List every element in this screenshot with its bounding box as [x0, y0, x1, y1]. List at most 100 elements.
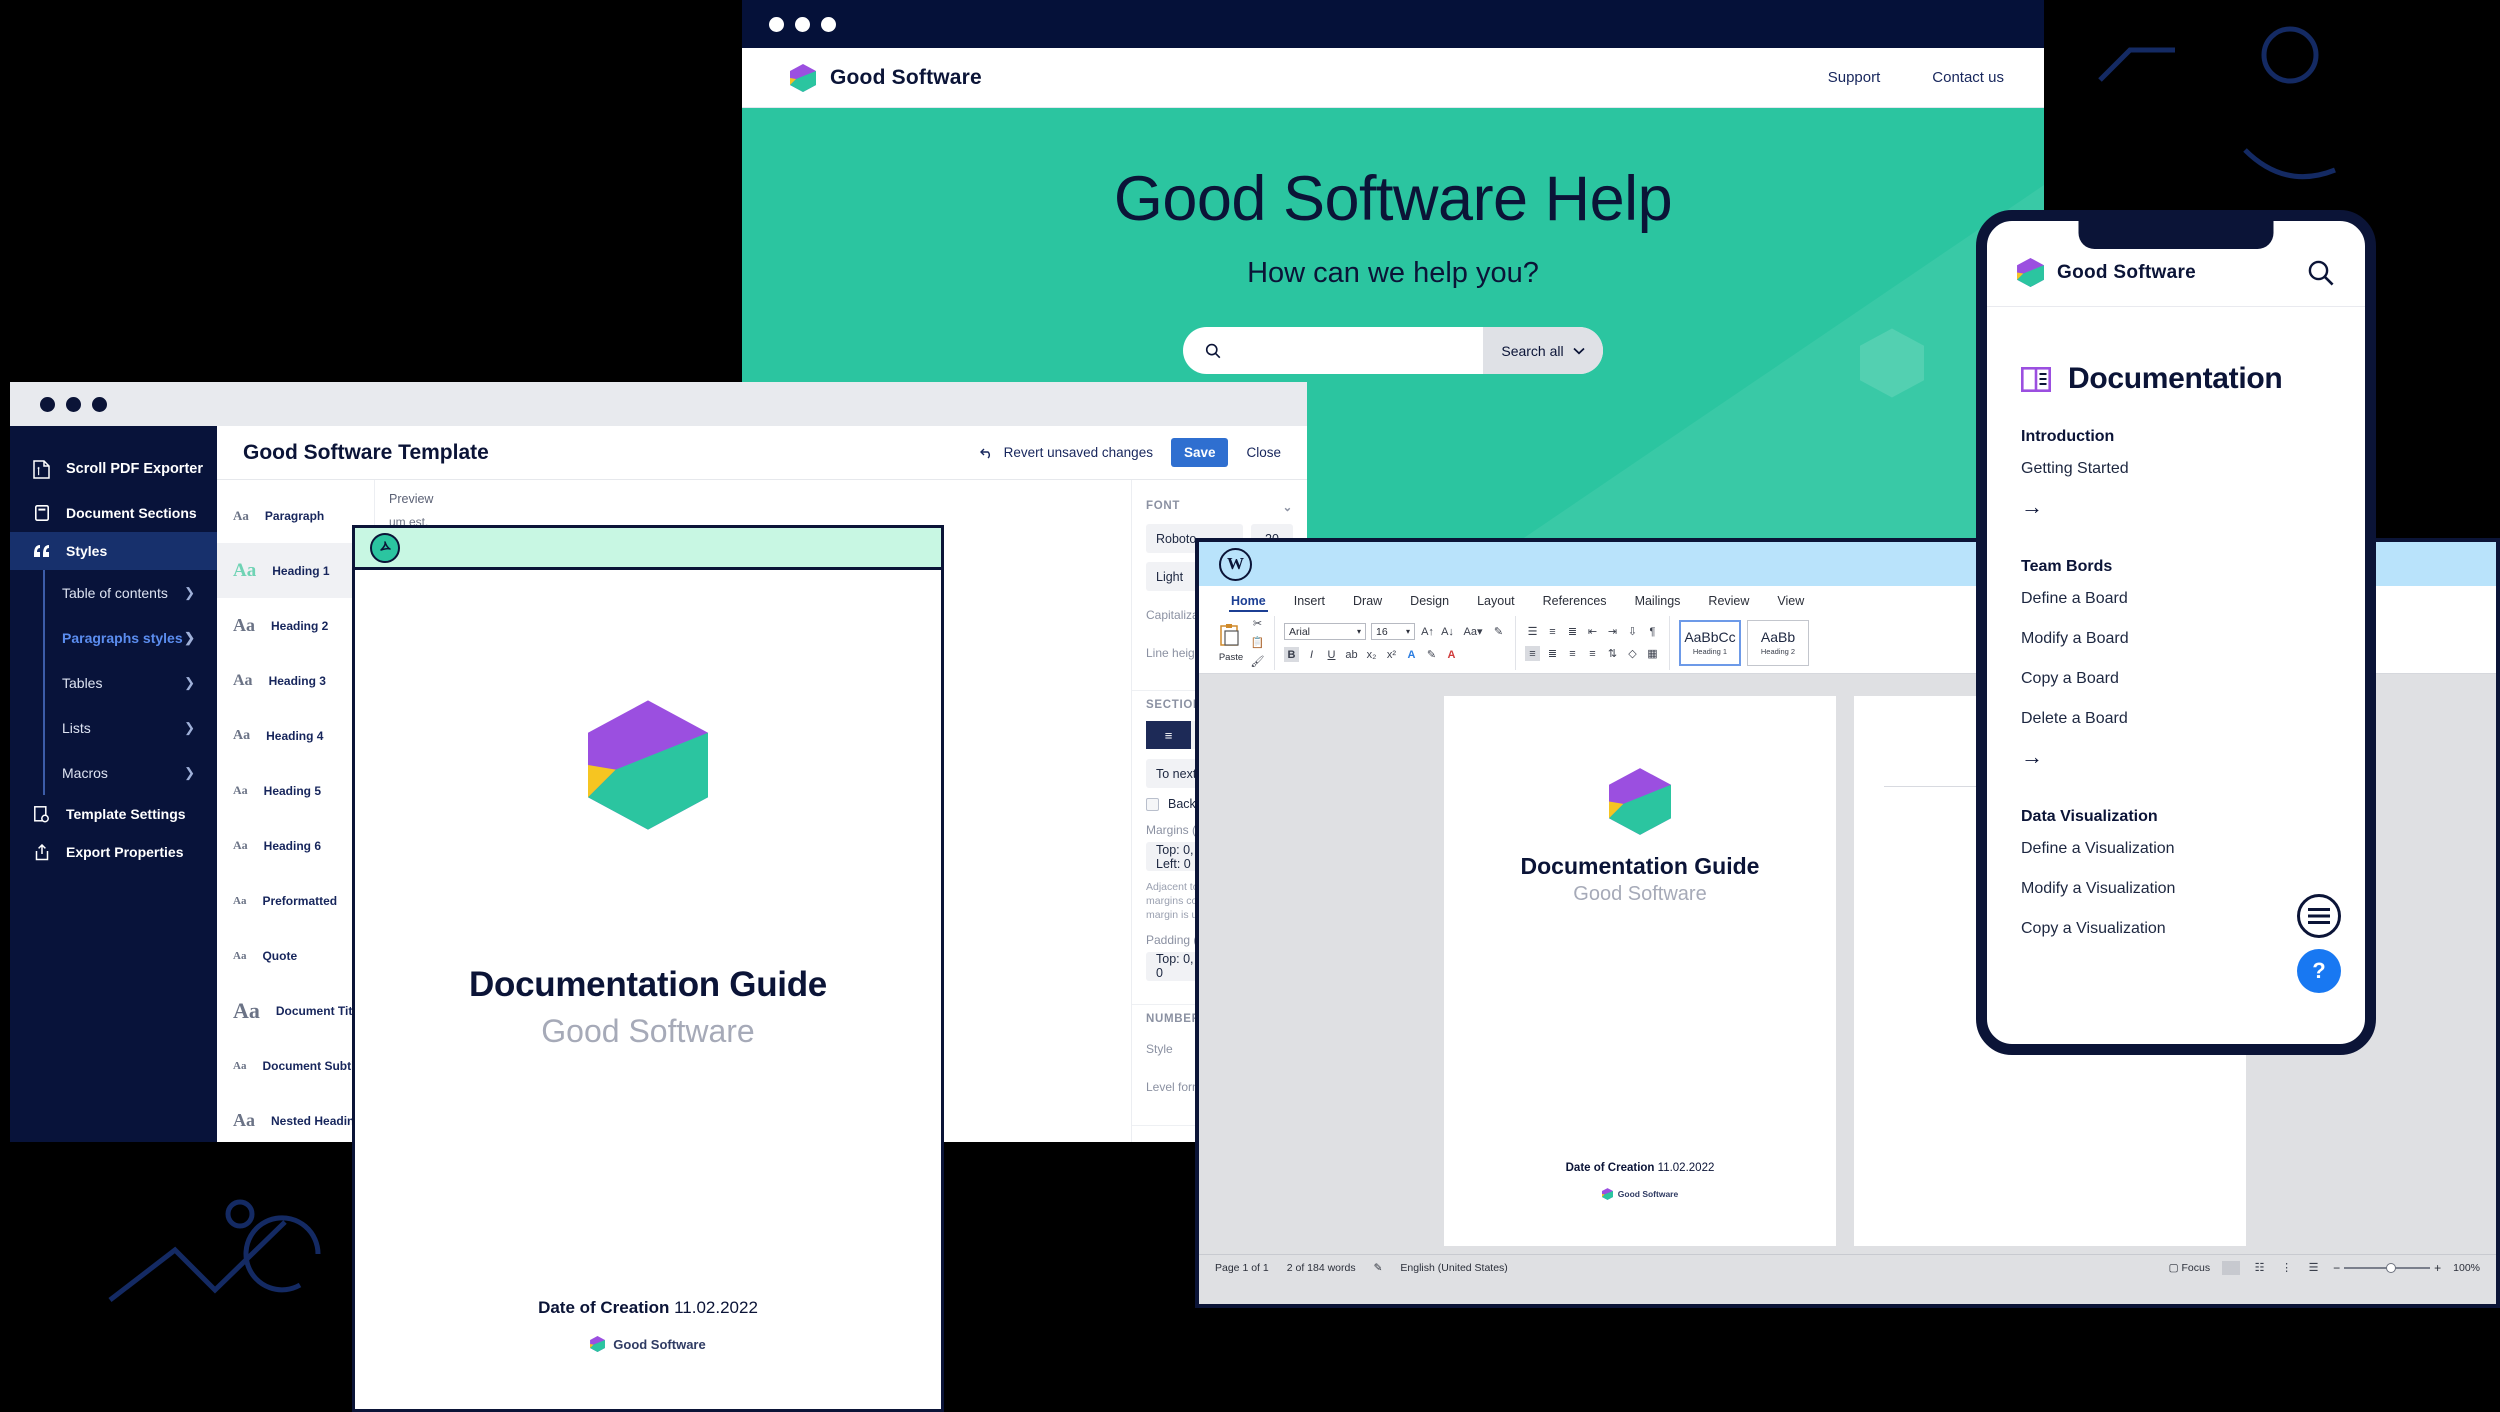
sidebar-item-tables[interactable]: Tables ❯	[10, 660, 217, 705]
word-page-1[interactable]: Documentation Guide Good Software Date o…	[1444, 696, 1836, 1246]
doc-link[interactable]: Modify a Visualization	[2021, 880, 2331, 898]
word-tab-insert[interactable]: Insert	[1280, 594, 1339, 612]
help-button[interactable]: ?	[2297, 949, 2341, 993]
increase-font-size-icon[interactable]: A↑	[1420, 624, 1435, 639]
align-center-icon[interactable]: ≣	[1545, 646, 1560, 661]
word-tab-review[interactable]: Review	[1694, 594, 1763, 612]
search-scope-dropdown[interactable]: Search all	[1483, 327, 1603, 374]
font-color-icon[interactable]: A	[1444, 647, 1459, 662]
style-list-item[interactable]: Aa Heading 5	[217, 763, 374, 818]
doc-link[interactable]: Getting Started	[2021, 460, 2331, 478]
status-words[interactable]: 2 of 184 words	[1287, 1262, 1356, 1274]
decrease-indent-icon[interactable]: ⇤	[1585, 624, 1600, 639]
minimize-dot[interactable]	[66, 396, 81, 412]
zoom-slider[interactable]: − +	[2333, 1261, 2441, 1275]
shading-icon[interactable]: ◇	[1625, 646, 1640, 661]
close-dot[interactable]	[40, 396, 55, 412]
align-right-icon[interactable]: ≡	[1565, 646, 1580, 661]
doc-group-more-arrow-icon[interactable]: →	[2021, 494, 2331, 520]
nav-link-contact-us[interactable]: Contact us	[1932, 69, 2004, 86]
sidebar-item-paragraphs-styles[interactable]: Paragraphs styles ❯	[10, 615, 217, 660]
status-page[interactable]: Page 1 of 1	[1215, 1262, 1269, 1274]
line-spacing-icon[interactable]: ⇅	[1605, 646, 1620, 661]
checkbox-icon[interactable]	[1146, 797, 1159, 811]
close-dot[interactable]	[769, 16, 784, 32]
doc-link[interactable]: Define a Board	[2021, 590, 2331, 608]
web-layout-view-icon[interactable]: ☷	[2252, 1260, 2267, 1275]
bold-icon[interactable]: B	[1284, 647, 1299, 662]
highlight-color-icon[interactable]: ✎	[1424, 647, 1439, 662]
doc-link[interactable]: Define a Visualization	[2021, 840, 2331, 858]
chevron-down-icon[interactable]: ⌄	[1283, 500, 1293, 514]
align-left-button[interactable]: ≡	[1146, 721, 1191, 749]
style-list-item[interactable]: Aa Heading 3	[217, 653, 374, 708]
style-list-item[interactable]: Aa Preformatted	[217, 873, 374, 928]
sidebar-item-styles[interactable]: Styles	[10, 532, 217, 570]
copy-icon[interactable]: 📋	[1250, 635, 1265, 650]
subscript-icon[interactable]: x₂	[1364, 647, 1379, 662]
style-list-item[interactable]: Aa Heading 6	[217, 818, 374, 873]
maximize-dot[interactable]	[92, 396, 107, 412]
style-list-item[interactable]: Aa Heading 4	[217, 708, 374, 763]
style-list-item[interactable]: Aa Quote	[217, 928, 374, 983]
doc-link[interactable]: Copy a Visualization	[2021, 920, 2331, 938]
search-input[interactable]	[1232, 342, 1483, 359]
search-icon[interactable]	[2307, 259, 2335, 287]
style-list-item[interactable]: Aa Document Subtitle	[217, 1038, 374, 1093]
paste-button[interactable]: Paste	[1218, 623, 1244, 663]
multilevel-list-icon[interactable]: ≣	[1565, 624, 1580, 639]
align-left-icon[interactable]: ≡	[1525, 646, 1540, 661]
phone-brand[interactable]: Good Software	[2017, 258, 2196, 287]
sidebar-item-table-of-contents[interactable]: Table of contents ❯	[10, 570, 217, 615]
style-list-item[interactable]: Aa Nested Heading	[217, 1093, 374, 1148]
text-effects-icon[interactable]: A	[1404, 647, 1419, 662]
close-button[interactable]: Close	[1246, 445, 1281, 460]
word-tab-design[interactable]: Design	[1396, 594, 1463, 612]
minimize-dot[interactable]	[795, 16, 810, 32]
underline-icon[interactable]: U	[1324, 647, 1339, 662]
site-brand[interactable]: Good Software	[790, 63, 982, 92]
word-tab-view[interactable]: View	[1763, 594, 1818, 612]
borders-icon[interactable]: ▦	[1645, 646, 1660, 661]
sidebar-item-lists[interactable]: Lists ❯	[10, 705, 217, 750]
sidebar-item-macros[interactable]: Macros ❯	[10, 750, 217, 795]
proofing-icon[interactable]: ✎	[1374, 1262, 1383, 1274]
bulleted-list-icon[interactable]: ☰	[1525, 624, 1540, 639]
word-tab-layout[interactable]: Layout	[1463, 594, 1529, 612]
scroll-window-controls[interactable]	[40, 396, 107, 412]
save-button[interactable]: Save	[1170, 438, 1229, 467]
style-list-item[interactable]: Aa Heading 2	[217, 598, 374, 653]
font-name-select[interactable]: Arial ▾	[1284, 623, 1366, 640]
zoom-track[interactable]	[2344, 1262, 2431, 1273]
show-formatting-marks-icon[interactable]: ¶	[1645, 624, 1660, 639]
doc-link[interactable]: Delete a Board	[2021, 710, 2331, 728]
floating-menu-button[interactable]	[2297, 894, 2341, 938]
word-tab-home[interactable]: Home	[1217, 594, 1280, 612]
style-list-item[interactable]: Aa Document Title	[217, 983, 374, 1038]
sidebar-item-template-settings[interactable]: Template Settings	[10, 795, 217, 833]
style-list-item[interactable]: Aa Heading 1	[217, 543, 374, 598]
doc-link[interactable]: Copy a Board	[2021, 670, 2331, 688]
decrease-font-size-icon[interactable]: A↓	[1440, 624, 1455, 639]
zoom-knob[interactable]	[2386, 1262, 2397, 1273]
doc-group-more-arrow-icon[interactable]: →	[2021, 744, 2331, 770]
doc-link[interactable]: Modify a Board	[2021, 630, 2331, 648]
change-case-icon[interactable]: Aa▾	[1460, 624, 1486, 639]
word-tab-references[interactable]: References	[1529, 594, 1621, 612]
italic-icon[interactable]: I	[1304, 647, 1319, 662]
word-tab-mailings[interactable]: Mailings	[1621, 594, 1695, 612]
zoom-level[interactable]: 100%	[2453, 1262, 2480, 1274]
sidebar-item-document-sections[interactable]: Document Sections	[10, 494, 217, 532]
style-list-item[interactable]: Aa Paragraph	[217, 488, 374, 543]
numbered-list-icon[interactable]: ≡	[1545, 624, 1560, 639]
font-size-select[interactable]: 16 ▾	[1371, 623, 1415, 640]
sidebar-item-export-properties[interactable]: Export Properties	[10, 833, 217, 871]
word-tab-draw[interactable]: Draw	[1339, 594, 1396, 612]
style-chip-heading-2[interactable]: AaBb Heading 2	[1747, 619, 1809, 666]
print-layout-view-icon[interactable]	[2222, 1260, 2241, 1275]
justify-icon[interactable]: ≡	[1585, 646, 1600, 661]
cut-icon[interactable]: ✂	[1250, 616, 1265, 631]
maximize-dot[interactable]	[821, 16, 836, 32]
clear-formatting-icon[interactable]: ✎	[1491, 624, 1506, 639]
style-chip-heading-1[interactable]: AaBbCc Heading 1	[1679, 619, 1741, 666]
